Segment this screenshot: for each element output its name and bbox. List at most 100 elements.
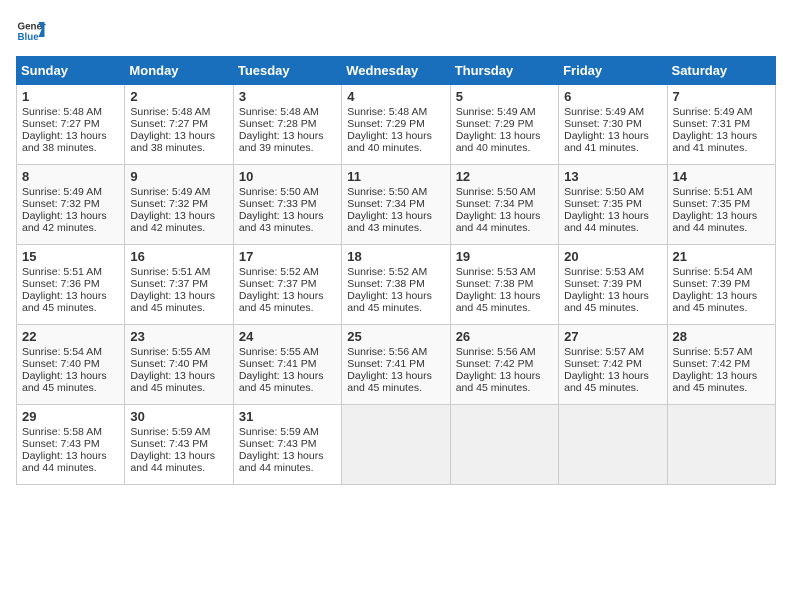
- day-number: 21: [673, 249, 770, 264]
- calendar-table: SundayMondayTuesdayWednesdayThursdayFrid…: [16, 56, 776, 485]
- logo-icon: General Blue: [16, 16, 46, 46]
- sunrise-label: Sunrise: 5:53 AM: [564, 266, 644, 278]
- day-number: 23: [130, 329, 227, 344]
- sunrise-label: Sunrise: 5:49 AM: [130, 186, 210, 198]
- daylight-label: Daylight: 13 hours and 44 minutes.: [239, 450, 324, 474]
- calendar-cell: 31 Sunrise: 5:59 AM Sunset: 7:43 PM Dayl…: [233, 405, 341, 485]
- logo: General Blue: [16, 16, 50, 46]
- sunrise-label: Sunrise: 5:50 AM: [564, 186, 644, 198]
- daylight-label: Daylight: 13 hours and 40 minutes.: [347, 130, 432, 154]
- day-number: 27: [564, 329, 661, 344]
- day-number: 20: [564, 249, 661, 264]
- calendar-cell: 12 Sunrise: 5:50 AM Sunset: 7:34 PM Dayl…: [450, 165, 558, 245]
- sunrise-label: Sunrise: 5:50 AM: [456, 186, 536, 198]
- col-header-friday: Friday: [559, 57, 667, 85]
- day-number: 17: [239, 249, 336, 264]
- day-number: 2: [130, 89, 227, 104]
- sunset-label: Sunset: 7:38 PM: [456, 278, 534, 290]
- calendar-cell: 29 Sunrise: 5:58 AM Sunset: 7:43 PM Dayl…: [17, 405, 125, 485]
- calendar-cell: 11 Sunrise: 5:50 AM Sunset: 7:34 PM Dayl…: [342, 165, 450, 245]
- calendar-cell: 1 Sunrise: 5:48 AM Sunset: 7:27 PM Dayli…: [17, 85, 125, 165]
- sunset-label: Sunset: 7:37 PM: [239, 278, 317, 290]
- sunset-label: Sunset: 7:35 PM: [564, 198, 642, 210]
- sunrise-label: Sunrise: 5:52 AM: [347, 266, 427, 278]
- calendar-cell: 25 Sunrise: 5:56 AM Sunset: 7:41 PM Dayl…: [342, 325, 450, 405]
- calendar-cell: 15 Sunrise: 5:51 AM Sunset: 7:36 PM Dayl…: [17, 245, 125, 325]
- daylight-label: Daylight: 13 hours and 45 minutes.: [673, 370, 758, 394]
- calendar-cell: [450, 405, 558, 485]
- calendar-cell: 26 Sunrise: 5:56 AM Sunset: 7:42 PM Dayl…: [450, 325, 558, 405]
- sunset-label: Sunset: 7:29 PM: [456, 118, 534, 130]
- day-number: 31: [239, 409, 336, 424]
- day-number: 11: [347, 169, 444, 184]
- daylight-label: Daylight: 13 hours and 38 minutes.: [130, 130, 215, 154]
- calendar-cell: 30 Sunrise: 5:59 AM Sunset: 7:43 PM Dayl…: [125, 405, 233, 485]
- daylight-label: Daylight: 13 hours and 45 minutes.: [22, 290, 107, 314]
- sunset-label: Sunset: 7:42 PM: [673, 358, 751, 370]
- sunset-label: Sunset: 7:40 PM: [22, 358, 100, 370]
- sunset-label: Sunset: 7:35 PM: [673, 198, 751, 210]
- svg-text:Blue: Blue: [18, 32, 40, 43]
- day-number: 3: [239, 89, 336, 104]
- daylight-label: Daylight: 13 hours and 43 minutes.: [347, 210, 432, 234]
- daylight-label: Daylight: 13 hours and 41 minutes.: [564, 130, 649, 154]
- calendar-cell: [342, 405, 450, 485]
- calendar-cell: [559, 405, 667, 485]
- daylight-label: Daylight: 13 hours and 39 minutes.: [239, 130, 324, 154]
- calendar-cell: 3 Sunrise: 5:48 AM Sunset: 7:28 PM Dayli…: [233, 85, 341, 165]
- sunrise-label: Sunrise: 5:58 AM: [22, 426, 102, 438]
- day-number: 7: [673, 89, 770, 104]
- sunset-label: Sunset: 7:42 PM: [564, 358, 642, 370]
- sunset-label: Sunset: 7:29 PM: [347, 118, 425, 130]
- sunset-label: Sunset: 7:32 PM: [130, 198, 208, 210]
- sunset-label: Sunset: 7:33 PM: [239, 198, 317, 210]
- calendar-week-3: 15 Sunrise: 5:51 AM Sunset: 7:36 PM Dayl…: [17, 245, 776, 325]
- day-number: 10: [239, 169, 336, 184]
- sunset-label: Sunset: 7:31 PM: [673, 118, 751, 130]
- calendar-cell: 18 Sunrise: 5:52 AM Sunset: 7:38 PM Dayl…: [342, 245, 450, 325]
- col-header-sunday: Sunday: [17, 57, 125, 85]
- daylight-label: Daylight: 13 hours and 41 minutes.: [673, 130, 758, 154]
- sunrise-label: Sunrise: 5:52 AM: [239, 266, 319, 278]
- sunset-label: Sunset: 7:40 PM: [130, 358, 208, 370]
- sunrise-label: Sunrise: 5:48 AM: [22, 106, 102, 118]
- day-number: 24: [239, 329, 336, 344]
- daylight-label: Daylight: 13 hours and 45 minutes.: [564, 290, 649, 314]
- sunrise-label: Sunrise: 5:57 AM: [673, 346, 753, 358]
- sunrise-label: Sunrise: 5:50 AM: [239, 186, 319, 198]
- day-number: 19: [456, 249, 553, 264]
- sunset-label: Sunset: 7:28 PM: [239, 118, 317, 130]
- calendar-cell: 9 Sunrise: 5:49 AM Sunset: 7:32 PM Dayli…: [125, 165, 233, 245]
- sunrise-label: Sunrise: 5:57 AM: [564, 346, 644, 358]
- sunset-label: Sunset: 7:41 PM: [239, 358, 317, 370]
- sunset-label: Sunset: 7:37 PM: [130, 278, 208, 290]
- daylight-label: Daylight: 13 hours and 45 minutes.: [239, 370, 324, 394]
- sunset-label: Sunset: 7:43 PM: [239, 438, 317, 450]
- sunrise-label: Sunrise: 5:53 AM: [456, 266, 536, 278]
- calendar-cell: 28 Sunrise: 5:57 AM Sunset: 7:42 PM Dayl…: [667, 325, 775, 405]
- day-number: 6: [564, 89, 661, 104]
- calendar-cell: 10 Sunrise: 5:50 AM Sunset: 7:33 PM Dayl…: [233, 165, 341, 245]
- sunset-label: Sunset: 7:32 PM: [22, 198, 100, 210]
- day-number: 1: [22, 89, 119, 104]
- sunset-label: Sunset: 7:39 PM: [673, 278, 751, 290]
- calendar-cell: 17 Sunrise: 5:52 AM Sunset: 7:37 PM Dayl…: [233, 245, 341, 325]
- calendar-cell: 5 Sunrise: 5:49 AM Sunset: 7:29 PM Dayli…: [450, 85, 558, 165]
- col-header-saturday: Saturday: [667, 57, 775, 85]
- sunrise-label: Sunrise: 5:48 AM: [239, 106, 319, 118]
- col-header-wednesday: Wednesday: [342, 57, 450, 85]
- calendar-cell: 19 Sunrise: 5:53 AM Sunset: 7:38 PM Dayl…: [450, 245, 558, 325]
- sunrise-label: Sunrise: 5:51 AM: [673, 186, 753, 198]
- calendar-cell: 14 Sunrise: 5:51 AM Sunset: 7:35 PM Dayl…: [667, 165, 775, 245]
- day-number: 16: [130, 249, 227, 264]
- daylight-label: Daylight: 13 hours and 45 minutes.: [130, 290, 215, 314]
- daylight-label: Daylight: 13 hours and 42 minutes.: [22, 210, 107, 234]
- daylight-label: Daylight: 13 hours and 45 minutes.: [130, 370, 215, 394]
- day-number: 4: [347, 89, 444, 104]
- header-row: SundayMondayTuesdayWednesdayThursdayFrid…: [17, 57, 776, 85]
- calendar-cell: 8 Sunrise: 5:49 AM Sunset: 7:32 PM Dayli…: [17, 165, 125, 245]
- daylight-label: Daylight: 13 hours and 42 minutes.: [130, 210, 215, 234]
- col-header-thursday: Thursday: [450, 57, 558, 85]
- sunrise-label: Sunrise: 5:59 AM: [239, 426, 319, 438]
- daylight-label: Daylight: 13 hours and 45 minutes.: [456, 290, 541, 314]
